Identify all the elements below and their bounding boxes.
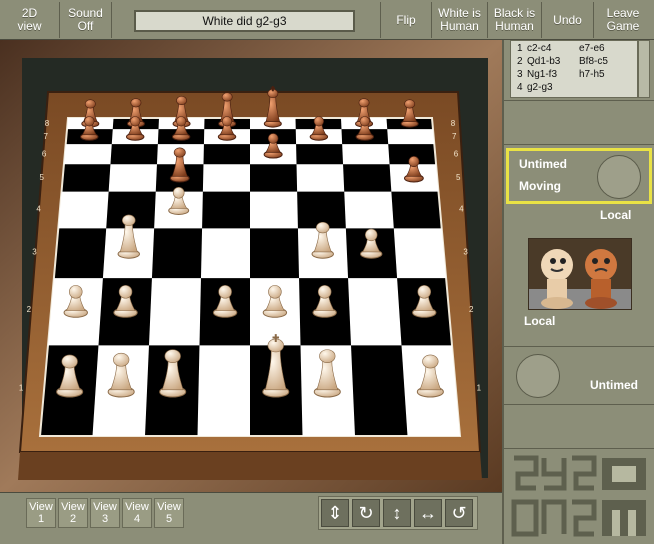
undo-button[interactable]: Undo [542, 2, 594, 38]
move-row: 1 c2-c4 e7-e6 [517, 43, 605, 54]
spin-icon[interactable]: ↺ [445, 499, 473, 527]
rank-label: 4 [459, 205, 464, 214]
move-list-scrollbar[interactable] [638, 40, 650, 98]
board-square[interactable] [348, 278, 402, 346]
move-row: 2 Qd1-b3 Bf8-c5 [517, 56, 608, 67]
pan-icon[interactable]: ↔ [414, 499, 442, 527]
view-4-button[interactable]: View 4 [122, 498, 152, 528]
black-clock-label: Untimed [519, 157, 567, 171]
rank-label: 7 [452, 132, 457, 141]
rank-label: 1 [19, 383, 24, 392]
rank-label: 3 [463, 247, 468, 256]
board-square[interactable] [63, 144, 112, 165]
rank-label: 6 [454, 149, 459, 158]
tilt-icon[interactable]: ⇕ [321, 499, 349, 527]
camera-controls: ⇕ ↻ ↕ ↔ ↺ [318, 496, 478, 530]
black-player-type: Local [600, 208, 632, 222]
board-square[interactable] [108, 164, 157, 192]
board-square[interactable] [387, 129, 435, 145]
white-player-button[interactable]: White is Human [432, 2, 488, 38]
rank-label: 3 [32, 247, 37, 256]
board-square[interactable] [148, 278, 201, 346]
view-3-button[interactable]: View 3 [90, 498, 120, 528]
black-state-label: Moving [519, 179, 561, 193]
black-turn-indicator [597, 155, 641, 199]
status-display: White did g2-g3 [134, 10, 355, 32]
rank-label: 6 [42, 149, 47, 158]
view-controls-bar: View 1 View 2 View 3 View 4 View 5 ⇕ ↻ ↕… [0, 492, 502, 544]
view-mode-button[interactable]: 2D view [0, 2, 60, 38]
board-square[interactable] [250, 191, 298, 229]
board-square[interactable] [342, 144, 390, 165]
rotate-icon[interactable]: ↻ [352, 499, 380, 527]
divider [504, 100, 654, 101]
view-2-button[interactable]: View 2 [58, 498, 88, 528]
rank-label: 8 [451, 119, 456, 128]
leave-game-button[interactable]: Leave Game [594, 2, 652, 38]
move-row: 3 Ng1-f3 h7-h5 [517, 69, 605, 80]
rank-label: 5 [40, 173, 45, 182]
rank-label: 1 [477, 383, 482, 392]
board-square[interactable] [200, 228, 250, 279]
board-square[interactable] [393, 228, 447, 279]
rank-label: 7 [44, 132, 49, 141]
board-square[interactable] [202, 164, 250, 192]
divider [504, 144, 654, 145]
sound-toggle-button[interactable]: Sound Off [60, 2, 112, 38]
white-player-type: Local [524, 314, 556, 328]
divider [504, 448, 654, 449]
zoom-icon[interactable]: ↕ [383, 499, 411, 527]
chess-board-3d[interactable]: abcdefgh 1122334455667788 [0, 40, 502, 492]
black-player-panel: Untimed Moving [506, 148, 652, 204]
rank-label: 2 [469, 305, 474, 314]
move-list[interactable]: 1 c2-c4 e7-e6 2 Qd1-b3 Bf8-c5 3 Ng1-f3 h7-h5 4… [510, 40, 638, 98]
move-row: 4 g2-g3 [517, 82, 553, 93]
board-square[interactable] [197, 345, 251, 436]
top-toolbar: 2D view Sound Off White did g2-g3 Flip W… [0, 0, 654, 40]
view-1-button[interactable]: View 1 [26, 498, 56, 528]
board-square[interactable] [344, 191, 394, 229]
rank-label: 8 [45, 119, 50, 128]
rank-label: 4 [36, 205, 41, 214]
divider [504, 404, 654, 405]
side-panel: 1 c2-c4 e7-e6 2 Qd1-b3 Bf8-c5 3 Ng1-f3 h7-h5 4… [502, 40, 654, 544]
divider [504, 346, 654, 347]
view-5-button[interactable]: View 5 [154, 498, 184, 528]
board-square[interactable] [58, 191, 109, 229]
rank-label: 5 [456, 173, 461, 182]
board-square[interactable] [296, 164, 345, 192]
flip-button[interactable]: Flip [380, 2, 432, 38]
white-clock-label: Untimed [590, 378, 638, 392]
black-player-button[interactable]: Black is Human [488, 2, 542, 38]
white-player-panel: Untimed [506, 350, 652, 406]
board-view[interactable]: abcdefgh 1122334455667788 [0, 40, 502, 492]
white-turn-indicator [516, 354, 560, 398]
players-avatar [528, 238, 632, 310]
rank-label: 2 [27, 305, 32, 314]
eyeone-logo [508, 452, 652, 540]
